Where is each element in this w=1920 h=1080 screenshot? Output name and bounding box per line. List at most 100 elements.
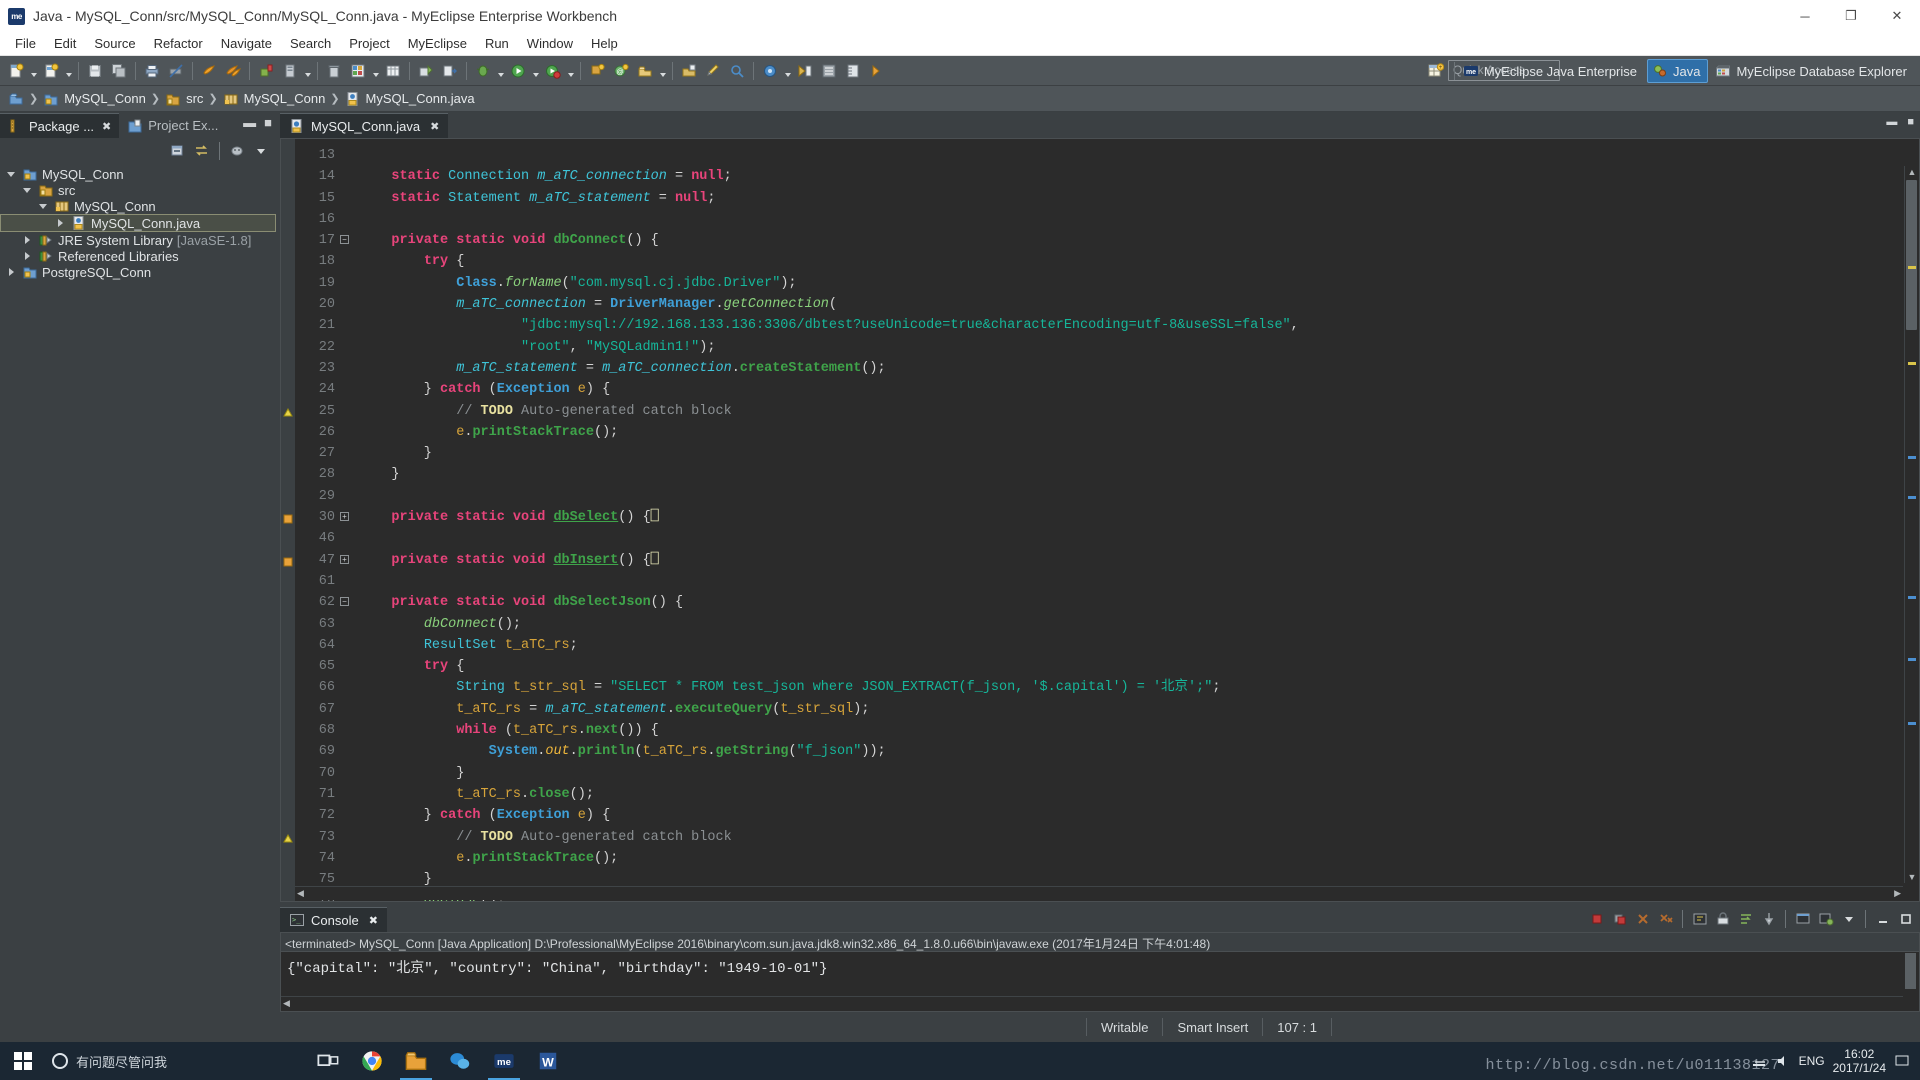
remove-launch-icon[interactable] — [1632, 909, 1653, 929]
ruler-icon[interactable] — [842, 60, 864, 82]
folding-ruler[interactable]: − + + − — [339, 139, 351, 901]
build-icon[interactable] — [198, 60, 220, 82]
notification-icon[interactable] — [1894, 1053, 1910, 1069]
perspective-icon[interactable] — [759, 60, 781, 82]
code-line[interactable]: m_aTC_connection = DriverManager.getConn… — [359, 294, 1919, 315]
taskbar-myeclipse-icon[interactable]: me — [482, 1042, 526, 1080]
editor-horizontal-scrollbar[interactable]: ◀ ▶ — [295, 886, 1903, 900]
tree-item[interactable]: src — [0, 182, 276, 198]
grid-icon[interactable] — [382, 60, 404, 82]
fold-expand-icon[interactable]: + — [340, 512, 349, 522]
chevron-down-icon[interactable] — [565, 60, 576, 82]
open-perspective-icon[interactable]: + — [1424, 60, 1448, 82]
code-line[interactable]: } catch (Exception e) { — [359, 805, 1919, 826]
warning-marker-icon[interactable] — [283, 406, 293, 417]
close-icon[interactable]: ✖ — [430, 120, 439, 133]
maximize-icon[interactable] — [1895, 909, 1916, 929]
twisty-right-icon[interactable] — [53, 219, 67, 227]
warning-marker-icon[interactable] — [283, 832, 293, 843]
annotation-ruler[interactable] — [281, 139, 295, 901]
twisty-right-icon[interactable] — [20, 252, 34, 260]
code-line[interactable] — [359, 571, 1919, 592]
source-code[interactable]: static Connection m_aTC_connection = nul… — [351, 139, 1919, 901]
new-wizard-icon[interactable] — [5, 60, 27, 82]
code-line[interactable] — [359, 145, 1919, 166]
bookmark-marker-icon[interactable] — [283, 512, 293, 524]
save-icon[interactable] — [84, 60, 106, 82]
perspective-myeclipse-java-enterprise[interactable]: me MyEclipse Java Enterprise — [1459, 59, 1644, 83]
collapse-all-icon[interactable] — [167, 141, 189, 161]
code-line[interactable]: try { — [359, 656, 1919, 677]
display-console-icon[interactable] — [1792, 909, 1813, 929]
code-line[interactable]: } — [359, 763, 1919, 784]
view-tab-project-ex-[interactable]: Project Ex... — [119, 113, 226, 138]
taskbar-search[interactable]: 有问题尽管问我 — [46, 1042, 306, 1080]
taskbar-task-view-icon[interactable] — [306, 1042, 350, 1080]
code-line[interactable]: System.out.println(t_aTC_rs.getString("f… — [359, 741, 1919, 762]
workspace-icon[interactable] — [8, 91, 24, 107]
menu-refactor[interactable]: Refactor — [145, 34, 212, 53]
code-line[interactable]: } — [359, 443, 1919, 464]
code-line[interactable]: private static void dbInsert() {⎕ — [359, 550, 1919, 571]
minimize-icon[interactable] — [1872, 909, 1893, 929]
code-line[interactable] — [359, 486, 1919, 507]
terminate-all-icon[interactable] — [1609, 909, 1630, 929]
word-wrap-icon[interactable] — [1735, 909, 1756, 929]
taskbar-file-explorer-icon[interactable] — [394, 1042, 438, 1080]
code-line[interactable]: // TODO Auto-generated catch block — [359, 401, 1919, 422]
code-line[interactable]: private static void dbSelect() {⎕ — [359, 507, 1919, 528]
chevron-down-icon[interactable] — [495, 60, 506, 82]
code-line[interactable]: ResultSet t_aTC_rs; — [359, 635, 1919, 656]
fold-collapse-icon[interactable]: − — [340, 597, 349, 607]
fold-collapse-icon[interactable]: − — [340, 235, 349, 245]
menu-project[interactable]: Project — [340, 34, 398, 53]
chevron-down-icon[interactable] — [28, 60, 39, 82]
chevron-down-icon[interactable] — [302, 60, 313, 82]
no-print-icon[interactable] — [165, 60, 187, 82]
remove-all-icon[interactable] — [1655, 909, 1676, 929]
new-class-icon[interactable] — [586, 60, 608, 82]
build-all-icon[interactable] — [222, 60, 244, 82]
tree-item[interactable]: PostgreSQL_Conn — [0, 264, 276, 280]
twisty-down-icon[interactable] — [20, 187, 34, 193]
code-line[interactable]: private static void dbConnect() { — [359, 230, 1919, 251]
code-line[interactable]: String t_str_sql = "SELECT * FROM test_j… — [359, 677, 1919, 698]
console-horizontal-scrollbar[interactable]: ◀ — [281, 996, 1903, 1010]
code-line[interactable]: static Connection m_aTC_connection = nul… — [359, 166, 1919, 187]
new-java-project-icon[interactable] — [40, 60, 62, 82]
open-type-icon[interactable] — [634, 60, 656, 82]
chevron-down-icon[interactable] — [530, 60, 541, 82]
maximize-button[interactable]: ❐ — [1828, 0, 1874, 32]
pin-icon[interactable] — [1758, 909, 1779, 929]
taskbar-wechat-icon[interactable] — [438, 1042, 482, 1080]
menu-run[interactable]: Run — [476, 34, 518, 53]
db-browser-icon[interactable] — [347, 60, 369, 82]
console-tab[interactable]: >_ Console ✖ — [280, 907, 387, 932]
menu-edit[interactable]: Edit — [45, 34, 85, 53]
tree-item-selected[interactable]: MySQL_Conn.java — [0, 214, 276, 232]
breadcrumb-item-mysql-conn-java[interactable]: MySQL_Conn.java — [345, 91, 475, 107]
code-line[interactable]: } catch (Exception e) { — [359, 379, 1919, 400]
edit-icon[interactable] — [702, 60, 724, 82]
menu-myeclipse[interactable]: MyEclipse — [399, 34, 476, 53]
code-line[interactable] — [359, 209, 1919, 230]
arrow-icon[interactable] — [866, 60, 888, 82]
code-line[interactable] — [359, 528, 1919, 549]
code-line[interactable]: } — [359, 464, 1919, 485]
tree-item[interactable]: MySQL_Conn — [0, 166, 276, 182]
code-line[interactable]: private static void dbSelectJson() { — [359, 592, 1919, 613]
server-icon[interactable] — [279, 60, 301, 82]
close-icon[interactable]: ✖ — [369, 914, 378, 927]
view-menu-icon[interactable] — [1838, 909, 1859, 929]
view-tab-package-[interactable]: Package ... ✖ — [0, 113, 120, 138]
search-icon[interactable] — [726, 60, 748, 82]
maximize-editor-icon[interactable]: ■ — [1907, 116, 1914, 128]
twisty-right-icon[interactable] — [20, 236, 34, 244]
chevron-down-icon[interactable] — [63, 60, 74, 82]
open-console-icon[interactable] — [1815, 909, 1836, 929]
clear-console-icon[interactable] — [1689, 909, 1710, 929]
menu-navigate[interactable]: Navigate — [212, 34, 281, 53]
new-annotation-icon[interactable]: @ — [610, 60, 632, 82]
link-with-editor-icon[interactable] — [191, 141, 213, 161]
code-line[interactable]: t_aTC_rs.close(); — [359, 784, 1919, 805]
